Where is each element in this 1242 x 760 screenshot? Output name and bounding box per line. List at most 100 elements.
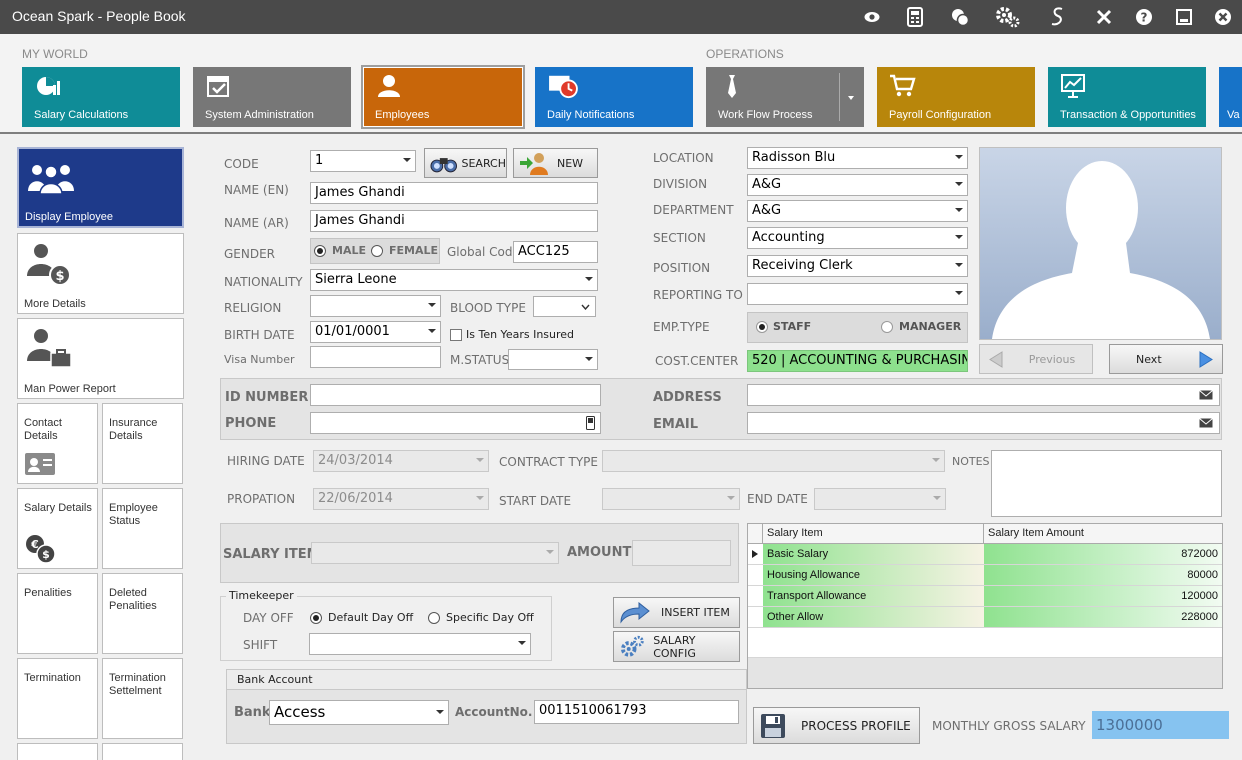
emp-type-staff-radio[interactable] (756, 321, 768, 333)
tile-partial[interactable]: Va (1219, 67, 1242, 127)
table-row[interactable]: Transport Allowance 120000 (748, 586, 1222, 607)
reporting-select[interactable] (747, 283, 968, 305)
salary-config-button[interactable]: SALARY CONFIG (613, 631, 740, 662)
gender-label: GENDER (224, 247, 276, 261)
tie-icon (728, 75, 736, 98)
department-select[interactable]: A&G (747, 200, 968, 222)
bank-select[interactable]: Access (269, 700, 449, 725)
new-label: NEW (557, 156, 584, 170)
mstatus-select[interactable] (508, 349, 598, 370)
calculator-icon[interactable] (905, 7, 925, 27)
default-day-off-radio[interactable] (310, 612, 322, 624)
help-icon[interactable]: ? (1134, 7, 1154, 27)
column-header-salary-item[interactable]: Salary Item (763, 524, 984, 544)
sidebar-man-power-report[interactable]: Man Power Report (17, 318, 184, 399)
shift-select[interactable] (309, 633, 531, 655)
sidebar-label: More Details (24, 298, 86, 310)
signature-icon[interactable] (1048, 7, 1068, 27)
new-button[interactable]: NEW (513, 148, 598, 178)
tile-employees[interactable]: Employees (361, 65, 525, 129)
sidebar-penalities[interactable]: Penalities (17, 573, 98, 654)
arrow-right-icon (1199, 351, 1213, 368)
close-icon[interactable] (1213, 7, 1233, 27)
code-select[interactable]: 1 (310, 150, 416, 172)
table-row[interactable]: Basic Salary 872000 (748, 544, 1222, 565)
gender-female-radio[interactable] (371, 245, 383, 257)
email-field[interactable] (747, 412, 1220, 434)
section-select[interactable]: Accounting (747, 227, 968, 249)
sidebar-tile-partial[interactable] (17, 743, 98, 760)
specific-day-off-radio[interactable] (428, 612, 440, 624)
avatar-silhouette-icon (992, 161, 1210, 339)
sidebar-termination-settlement[interactable]: Termination Settelment (102, 658, 183, 739)
sidebar-label: Employee Status (109, 502, 158, 527)
tools-icon[interactable] (1094, 7, 1114, 27)
sidebar-insurance-details[interactable]: Insurance Details (102, 403, 183, 484)
tile-system-administration[interactable]: System Administration (193, 67, 351, 127)
tile-payroll-configuration[interactable]: Payroll Configuration (877, 67, 1035, 127)
minimize-icon[interactable] (1174, 7, 1194, 27)
amount-field[interactable] (632, 540, 731, 566)
id-number-field[interactable] (310, 384, 601, 406)
name-en-field[interactable]: James Ghandi (310, 182, 598, 204)
next-button[interactable]: Next (1109, 344, 1223, 374)
division-select[interactable]: A&G (747, 174, 968, 196)
sidebar-label: Display Employee (25, 211, 114, 223)
process-profile-button[interactable]: PROCESS PROFILE (753, 707, 920, 744)
notes-field[interactable] (991, 450, 1222, 517)
emp-type-radio-group: STAFF MANAGER (747, 312, 968, 343)
tile-label: System Administration (205, 109, 314, 121)
previous-button[interactable]: Previous (979, 344, 1093, 374)
insert-item-button[interactable]: INSERT ITEM (613, 597, 740, 628)
tile-label: Daily Notifications (547, 109, 635, 121)
contract-type-select[interactable] (602, 450, 945, 472)
religion-select[interactable] (310, 295, 441, 317)
propation-date-picker[interactable]: 22/06/2014 (313, 488, 489, 510)
chevron-down-icon[interactable] (848, 96, 854, 100)
salary-items-grid[interactable]: Salary Item Salary Item Amount Basic Sal… (747, 523, 1223, 689)
sidebar-label: Salary Details (24, 502, 92, 514)
search-button[interactable]: SEARCH (424, 148, 507, 178)
tile-transaction-opportunities[interactable]: Transaction & Opportunities (1048, 67, 1206, 127)
birth-date-picker[interactable]: 01/01/0001 (310, 321, 441, 343)
hiring-date-label: HIRING DATE (227, 454, 305, 468)
emp-type-manager-radio[interactable] (881, 321, 893, 333)
sidebar-employee-status[interactable]: Employee Status (102, 488, 183, 569)
tile-salary-calculations[interactable]: Salary Calculations (22, 67, 180, 127)
sidebar-display-employee[interactable]: Display Employee (17, 147, 184, 228)
sidebar-termination[interactable]: Termination (17, 658, 98, 739)
phone-field[interactable] (310, 412, 601, 434)
global-code-field[interactable]: ACC125 (513, 241, 598, 263)
blood-type-select[interactable] (533, 296, 596, 317)
column-header-amount[interactable]: Salary Item Amount (984, 524, 1222, 544)
sidebar-more-details[interactable]: $ More Details (17, 233, 184, 314)
sidebar-salary-details[interactable]: Salary Details € $ (17, 488, 98, 569)
sidebar-deleted-penalities[interactable]: Deleted Penalities (102, 573, 183, 654)
location-select[interactable]: Radisson Blu (747, 147, 968, 169)
salary-item-select[interactable] (311, 542, 559, 564)
table-row[interactable]: Other Allow 228000 (748, 607, 1222, 628)
address-field[interactable] (747, 384, 1220, 406)
coins-icon[interactable] (950, 7, 970, 27)
gears-icon[interactable] (995, 7, 1021, 28)
hiring-date-picker[interactable]: 24/03/2014 (313, 450, 489, 472)
gender-male-radio[interactable] (314, 245, 326, 257)
name-ar-field[interactable]: James Ghandi (310, 210, 598, 232)
employee-photo[interactable] (979, 147, 1222, 340)
tile-work-flow-process[interactable]: Work Flow Process (706, 67, 864, 127)
sidebar-contact-details[interactable]: Contact Details (17, 403, 98, 484)
ten-years-checkbox[interactable] (450, 329, 462, 341)
table-row[interactable]: Housing Allowance 80000 (748, 565, 1222, 586)
position-select[interactable]: Receiving Clerk (747, 255, 968, 277)
end-date-picker[interactable] (814, 488, 946, 510)
visa-field[interactable] (310, 346, 441, 368)
cost-center-field[interactable]: 520 | ACCOUNTING & PURCHASIN (747, 350, 968, 372)
tile-daily-notifications[interactable]: Daily Notifications (535, 67, 693, 127)
account-no-field[interactable]: 0011510061793 (534, 700, 739, 724)
gender-radio-group: MALE FEMALE (310, 238, 440, 264)
sidebar-tile-partial[interactable] (102, 743, 183, 760)
id-number-label: ID NUMBER (225, 390, 309, 405)
nationality-select[interactable]: Sierra Leone (310, 269, 598, 291)
eye-icon[interactable] (862, 7, 882, 27)
start-date-picker[interactable] (602, 488, 740, 510)
